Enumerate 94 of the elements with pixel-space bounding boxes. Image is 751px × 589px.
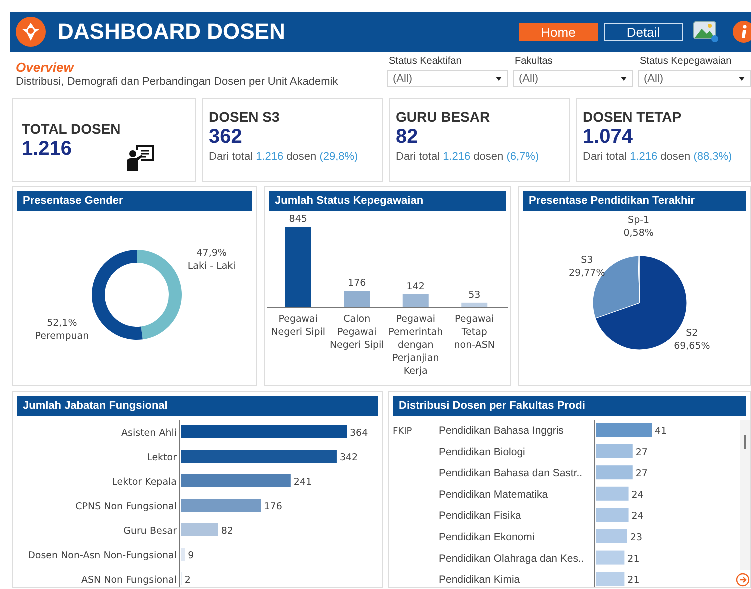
value-label: 21 bbox=[628, 575, 640, 586]
axis-label: Pendidikan Bahasa dan Sastr.. bbox=[439, 468, 583, 480]
value-label: 9 bbox=[188, 550, 194, 562]
info-icon[interactable] bbox=[733, 21, 751, 43]
category-label: Sp-1 bbox=[628, 215, 650, 226]
filter-dropdown[interactable]: (All) bbox=[638, 70, 751, 87]
axis-label: Guru Besar bbox=[124, 526, 177, 537]
chart-bar bbox=[402, 294, 429, 308]
axis-label: Lektor Kepala bbox=[112, 477, 177, 488]
chart-bar bbox=[596, 444, 633, 458]
axis-label: Pegawai Negeri Sipil bbox=[271, 314, 326, 338]
value-label: 82 bbox=[221, 526, 234, 537]
value-label: 845 bbox=[289, 215, 308, 225]
kpi-title: TOTAL DOSEN bbox=[22, 121, 122, 137]
category-label: Perempuan bbox=[35, 330, 90, 342]
chart-bar bbox=[344, 291, 370, 308]
value-label: 176 bbox=[348, 278, 366, 290]
value-label: 0,58% bbox=[624, 228, 654, 239]
value-label: 27 bbox=[636, 447, 648, 458]
axis-label: Pendidikan Biologi bbox=[439, 446, 526, 458]
value-label: 52,1% bbox=[47, 318, 78, 329]
group-label: FKIP bbox=[393, 427, 412, 437]
nav-button[interactable]: Home bbox=[519, 23, 598, 41]
value-label: 24 bbox=[632, 511, 644, 522]
axis-label: Pendidikan Matematika bbox=[439, 488, 548, 501]
filter-label: Fakultas bbox=[515, 56, 554, 67]
logo-icon bbox=[16, 17, 46, 47]
axis-label: Asisten Ahli bbox=[122, 428, 177, 439]
kpi-note: Dari total 1.216 dosen (29,8%) bbox=[209, 151, 360, 163]
chart-bar bbox=[181, 548, 186, 561]
chart-bar bbox=[181, 524, 218, 536]
filter-dropdown[interactable]: (All) bbox=[387, 70, 508, 87]
chart-bar bbox=[462, 302, 488, 308]
axis-label: Pendidikan Ekonomi bbox=[439, 532, 535, 544]
value-label: 2 bbox=[184, 575, 191, 586]
panel-title: Presentase Gender bbox=[17, 191, 252, 211]
overview-subtitle: Distribusi, Demografi dan Perbandingan Dosen per Unit Akademik bbox=[16, 76, 340, 88]
chart-bar bbox=[596, 550, 625, 565]
scrollbar[interactable] bbox=[740, 420, 750, 570]
axis-label: Lektor bbox=[147, 452, 177, 464]
kpi-value: 82 bbox=[396, 126, 420, 149]
chart-bar bbox=[596, 466, 633, 480]
axis-label: Pegawai Tetap non-ASN bbox=[454, 314, 495, 351]
kpi-value: 1.074 bbox=[583, 126, 634, 149]
kpi-value: 1.216 bbox=[22, 138, 74, 161]
axis-label: Dosen Non-Asn Non-Fungsional bbox=[28, 550, 177, 562]
axis-label: Pendidikan Kimia bbox=[439, 574, 520, 586]
kpi-title: DOSEN S3 bbox=[209, 109, 281, 125]
value-label: 364 bbox=[350, 428, 368, 439]
value-label: 53 bbox=[468, 290, 481, 301]
value-label: 21 bbox=[628, 554, 640, 565]
panel-title: Distribusi Dosen per Fakultas Prodi bbox=[393, 396, 746, 416]
teacher-icon bbox=[127, 143, 155, 171]
category-label: Laki - Laki bbox=[188, 261, 236, 272]
chart-bar bbox=[596, 572, 625, 586]
axis-label: Pegawai Pemerintah dengan Perjanjian Kerja bbox=[388, 314, 444, 377]
value-label: 27 bbox=[636, 468, 648, 480]
chart-bar bbox=[596, 530, 628, 544]
chart-bar bbox=[596, 508, 629, 522]
value-label: 23 bbox=[630, 532, 642, 544]
value-label: 41 bbox=[655, 426, 668, 437]
axis-label: CPNS Non Fungsional bbox=[76, 502, 177, 512]
panel-title: Jumlah Status Kepegawaian bbox=[269, 191, 506, 211]
value-label: 342 bbox=[340, 452, 358, 464]
axis-label: Pendidikan Fisika bbox=[439, 510, 522, 522]
nav-button[interactable]: Detail bbox=[604, 23, 683, 41]
chart-bar bbox=[596, 486, 629, 501]
value-label: 69,65% bbox=[674, 341, 710, 352]
kpi-note: Dari total 1.216 dosen (88,3%) bbox=[583, 151, 734, 163]
panel-title: Presentase Pendidikan Terakhir bbox=[523, 191, 746, 211]
category-label: S3 bbox=[581, 254, 594, 266]
panel-title: Jumlah Jabatan Fungsional bbox=[17, 396, 378, 416]
value-label: 29,77% bbox=[569, 268, 606, 279]
dashboard-title: DASHBOARD DOSEN bbox=[58, 19, 286, 45]
filter-label: Status Keaktifan bbox=[389, 56, 463, 67]
value-label: 241 bbox=[294, 477, 312, 488]
kpi-value: 362 bbox=[209, 126, 244, 149]
category-label: S2 bbox=[686, 328, 698, 340]
value-label: 24 bbox=[632, 490, 644, 501]
kpi-note: Dari total 1.216 dosen (6,7%) bbox=[396, 151, 540, 163]
axis-label: Calon Pegawai Negeri Sipil bbox=[330, 314, 384, 351]
overview-title: Overview bbox=[16, 60, 76, 75]
filter-dropdown[interactable]: (All) bbox=[513, 70, 633, 87]
value-label: 47,9% bbox=[196, 248, 227, 260]
kpi-title: GURU BESAR bbox=[396, 109, 492, 125]
filter-label: Status Kepegawaian bbox=[640, 56, 733, 67]
axis-label: Pendidikan Olahraga dan Kes.. bbox=[439, 552, 584, 565]
axis-label: Pendidikan Bahasa Inggris bbox=[439, 425, 564, 437]
value-label: 142 bbox=[406, 281, 425, 292]
chart-bar bbox=[596, 423, 652, 437]
kpi-title: DOSEN TETAP bbox=[583, 109, 683, 125]
image-icon[interactable] bbox=[693, 21, 719, 43]
axis-label: ASN Non Fungsional bbox=[81, 575, 177, 586]
value-label: 176 bbox=[264, 502, 282, 512]
